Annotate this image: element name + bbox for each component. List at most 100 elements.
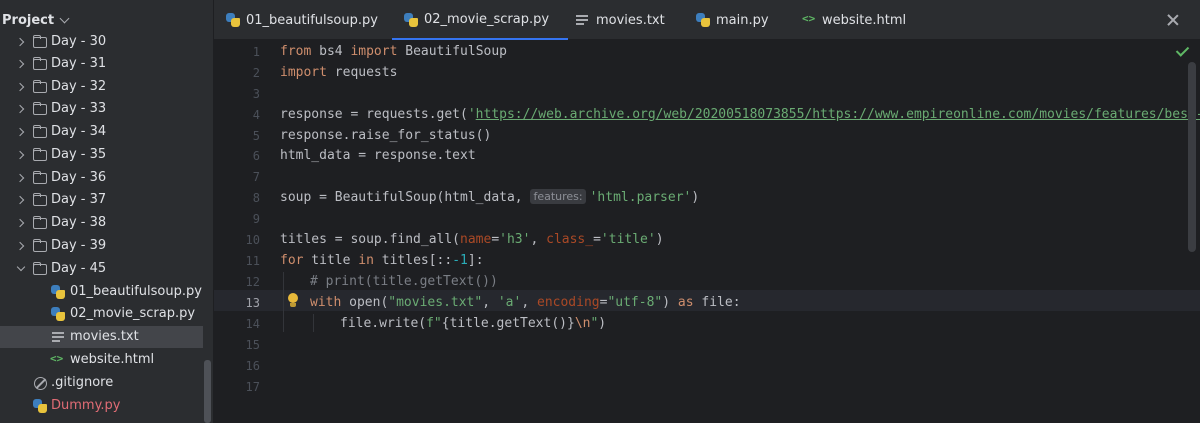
tree-item-website-html[interactable]: <> website.html bbox=[0, 349, 203, 371]
line-number: 12 bbox=[245, 275, 260, 289]
code-area[interactable]: from bs4 import BeautifulSoup import req… bbox=[280, 41, 1200, 423]
tree-item-day-36[interactable]: Day - 36 bbox=[0, 167, 203, 189]
tab-label: 02_movie_scrap.py bbox=[424, 11, 550, 27]
code-text: file.write( bbox=[340, 316, 427, 331]
tab-02-movie-scrap[interactable]: 02_movie_scrap.py bbox=[392, 0, 568, 40]
string: 'html.parser' bbox=[589, 190, 692, 205]
tree-item-day-34[interactable]: Day - 34 bbox=[0, 121, 203, 143]
tree-item-01-beautifulsoup[interactable]: 01_beautifulsoup.py bbox=[0, 281, 203, 303]
tree-item-day-31[interactable]: Day - 31 bbox=[0, 53, 203, 75]
keyword: from bbox=[280, 44, 312, 59]
code-line-13: with open("movies.txt", 'a', encoding="u… bbox=[310, 292, 741, 313]
tree-item-label: Day - 45 bbox=[51, 261, 107, 276]
line-number: 5 bbox=[252, 129, 260, 143]
gitignore-icon bbox=[34, 377, 47, 390]
code-text: file: bbox=[693, 295, 741, 310]
tab-website-html[interactable]: <> website.html bbox=[800, 0, 920, 40]
chevron-down-icon[interactable] bbox=[59, 13, 70, 23]
chevron-right-icon[interactable] bbox=[15, 218, 25, 228]
tab-01-beautifulsoup[interactable]: 01_beautifulsoup.py bbox=[226, 0, 386, 40]
chevron-down-icon[interactable] bbox=[16, 262, 26, 272]
chevron-right-icon[interactable] bbox=[15, 241, 25, 251]
tree-item-day-32[interactable]: Day - 32 bbox=[0, 76, 203, 98]
folder-icon bbox=[33, 171, 47, 184]
editor-scrollbar[interactable] bbox=[1188, 62, 1196, 252]
chevron-right-icon[interactable] bbox=[15, 59, 25, 69]
tree-item-day-38[interactable]: Day - 38 bbox=[0, 212, 203, 234]
line-number: 17 bbox=[245, 380, 260, 394]
project-scrollbar[interactable] bbox=[204, 360, 211, 423]
tree-item-day-30[interactable]: Day - 30 bbox=[0, 31, 203, 53]
indent-guide bbox=[283, 272, 284, 332]
chevron-right-icon[interactable] bbox=[15, 150, 25, 160]
comment: # print(title.getText()) bbox=[310, 274, 498, 289]
chevron-right-icon[interactable] bbox=[15, 82, 25, 92]
chevron-right-icon[interactable] bbox=[15, 195, 25, 205]
tree-item-label: Day - 39 bbox=[51, 238, 107, 253]
checkmark-icon[interactable] bbox=[1176, 44, 1190, 58]
project-title[interactable]: Project bbox=[2, 13, 54, 28]
tab-label: main.py bbox=[716, 12, 769, 28]
python-icon bbox=[226, 13, 240, 27]
line-number: 6 bbox=[252, 149, 260, 163]
string: "utf-8" bbox=[607, 295, 663, 310]
tree-item-02-movie-scrap[interactable]: 02_movie_scrap.py bbox=[0, 303, 203, 325]
code-editor[interactable]: 1 2 3 4 5 6 7 8 9 10 11 12 13 14 15 16 1… bbox=[214, 41, 1200, 423]
tab-main-py[interactable]: main.py bbox=[696, 0, 776, 40]
string: "movies.txt" bbox=[388, 295, 483, 310]
editor-tabs: 01_beautifulsoup.py 02_movie_scrap.py mo… bbox=[214, 0, 1200, 40]
python-icon bbox=[404, 13, 418, 27]
close-icon[interactable] bbox=[1165, 12, 1181, 28]
param-name: encoding bbox=[537, 295, 600, 310]
tab-label: movies.txt bbox=[596, 12, 665, 28]
line-number: 3 bbox=[252, 87, 260, 101]
string: f" bbox=[426, 316, 442, 331]
tree-item-label: Day - 32 bbox=[51, 79, 107, 94]
folder-icon bbox=[33, 102, 47, 115]
tree-item-label: 02_movie_scrap.py bbox=[70, 306, 196, 321]
code-text: bs4 bbox=[311, 44, 351, 59]
tree-item-movies-txt[interactable]: movies.txt bbox=[0, 326, 203, 348]
folder-icon bbox=[33, 239, 47, 252]
chevron-right-icon[interactable] bbox=[15, 127, 25, 137]
line-number: 11 bbox=[245, 254, 260, 268]
chevron-right-icon[interactable] bbox=[15, 37, 25, 47]
code-line-8: soup = BeautifulSoup(html_data, features… bbox=[280, 187, 699, 208]
string: 'title' bbox=[600, 232, 656, 247]
code-line-5: response.raise_for_status() bbox=[280, 125, 491, 146]
python-icon bbox=[33, 399, 47, 413]
folder-icon bbox=[33, 35, 47, 48]
line-number: 8 bbox=[252, 191, 260, 205]
tree-item-day-33[interactable]: Day - 33 bbox=[0, 98, 203, 120]
param-name: class_ bbox=[546, 232, 594, 247]
code-text: open( bbox=[341, 295, 389, 310]
string: 'h3' bbox=[499, 232, 531, 247]
chevron-right-icon[interactable] bbox=[15, 104, 25, 114]
folder-icon bbox=[33, 125, 47, 138]
tab-movies-txt[interactable]: movies.txt bbox=[574, 0, 684, 40]
code-text: response.raise_for_status() bbox=[280, 128, 492, 143]
indent-guide bbox=[313, 314, 314, 332]
tree-item-label: Dummy.py bbox=[51, 398, 121, 413]
code-text: , bbox=[530, 232, 547, 247]
tree-item-day-45[interactable]: Day - 45 bbox=[0, 258, 203, 280]
line-number: 7 bbox=[252, 170, 260, 184]
code-text: titles[:: bbox=[373, 253, 453, 268]
tree-item-day-35[interactable]: Day - 35 bbox=[0, 144, 203, 166]
tree-item-day-39[interactable]: Day - 39 bbox=[0, 235, 203, 257]
tab-label: website.html bbox=[822, 12, 907, 28]
keyword: for bbox=[280, 253, 304, 268]
tree-item-day-37[interactable]: Day - 37 bbox=[0, 189, 203, 211]
tree-item-label: Day - 31 bbox=[51, 56, 107, 71]
line-number: 9 bbox=[252, 212, 260, 226]
tree-item-dummy-py[interactable]: Dummy.py bbox=[0, 395, 203, 417]
code-text: BeautifulSoup bbox=[397, 44, 507, 59]
code-line-2: import requests bbox=[280, 62, 397, 83]
chevron-right-icon[interactable] bbox=[15, 173, 25, 183]
folder-open-icon bbox=[33, 262, 47, 275]
tree-item-gitignore[interactable]: .gitignore bbox=[0, 372, 203, 394]
code-text: ) bbox=[598, 316, 607, 331]
url-link[interactable]: https://web.archive.org/web/202005180738… bbox=[476, 107, 1200, 122]
tree-item-label: Day - 37 bbox=[51, 192, 107, 207]
tree-item-label: 01_beautifulsoup.py bbox=[70, 284, 202, 299]
